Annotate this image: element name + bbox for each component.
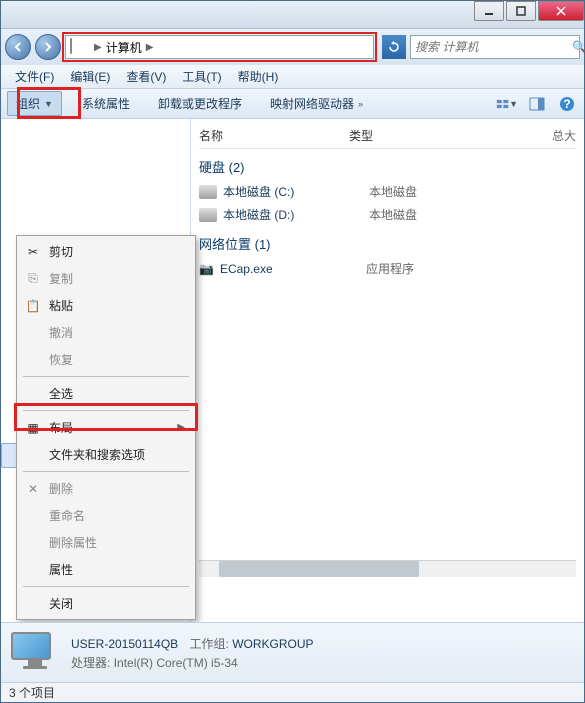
computer-icon xyxy=(70,39,86,55)
menu-file[interactable]: 文件(F) xyxy=(7,66,62,87)
horizontal-scrollbar[interactable] xyxy=(199,560,576,577)
menubar: 文件(F) 编辑(E) 查看(V) 工具(T) 帮助(H) xyxy=(1,65,584,89)
organize-menu: ✂ 剪切 ⎘ 复制 📋 粘贴 撤消 恢复 全选 ▦ xyxy=(16,235,196,620)
search-box[interactable]: 🔍 xyxy=(410,35,580,59)
details-pane: USER-20150114QB 工作组: WORKGROUP 处理器: Inte… xyxy=(1,622,584,682)
chevron-right-icon: ▶ xyxy=(146,42,154,53)
forward-button[interactable] xyxy=(35,34,61,60)
computer-large-icon xyxy=(11,632,59,674)
drive-row[interactable]: 本地磁盘 (C:) 本地磁盘 xyxy=(199,180,576,203)
uninstall-button[interactable]: 卸载或更改程序 xyxy=(150,92,250,115)
drive-icon xyxy=(199,208,217,222)
menu-tools[interactable]: 工具(T) xyxy=(174,66,229,87)
menu-separator xyxy=(23,586,189,587)
titlebar xyxy=(1,1,584,29)
drive-icon xyxy=(199,185,217,199)
column-header[interactable]: 名称 类型 总大 xyxy=(199,123,576,149)
menu-folder-options[interactable]: 文件夹和搜索选项 xyxy=(19,441,193,468)
cut-icon: ✂ xyxy=(25,244,41,260)
delete-icon: ✕ xyxy=(25,481,41,497)
system-properties-button[interactable]: 系统属性 xyxy=(74,92,138,115)
refresh-button[interactable] xyxy=(382,35,406,59)
menu-view[interactable]: 查看(V) xyxy=(118,66,174,87)
help-button[interactable]: ? xyxy=(556,93,578,115)
dropdown-arrow-icon: ▼ xyxy=(44,99,53,109)
address-location: 计算机 xyxy=(106,39,142,56)
menu-help[interactable]: 帮助(H) xyxy=(230,66,287,87)
layout-icon: ▦ xyxy=(25,420,41,436)
file-row[interactable]: 📷 ECap.exe 应用程序 xyxy=(199,257,576,280)
chevron-right-icon: ▶ xyxy=(177,422,185,433)
minimize-button[interactable] xyxy=(474,1,504,21)
status-item-count: 3 个项目 xyxy=(9,684,55,701)
menu-copy: ⎘ 复制 xyxy=(19,265,193,292)
menu-select-all[interactable]: 全选 xyxy=(19,380,193,407)
content-area: 名称 类型 总大 硬盘 (2) 本地磁盘 (C:) 本地磁盘 本地磁盘 (D:)… xyxy=(191,119,584,622)
menu-edit[interactable]: 编辑(E) xyxy=(62,66,118,87)
chevron-right-icon: » xyxy=(358,99,363,109)
menu-rename: 重命名 xyxy=(19,502,193,529)
menu-properties[interactable]: 属性 xyxy=(19,556,193,583)
section-network: 网络位置 (1) xyxy=(199,226,576,257)
navbar: ▶ 计算机 ▶ 🔍 xyxy=(1,29,584,65)
menu-separator xyxy=(23,410,189,411)
menu-separator xyxy=(23,471,189,472)
view-mode-button[interactable]: ▼ xyxy=(496,93,518,115)
drive-row[interactable]: 本地磁盘 (D:) 本地磁盘 xyxy=(199,203,576,226)
map-drive-button[interactable]: 映射网络驱动器 » xyxy=(262,92,371,115)
col-name[interactable]: 名称 xyxy=(199,127,349,144)
paste-icon: 📋 xyxy=(25,298,41,314)
search-input[interactable] xyxy=(415,40,572,54)
body-area: 计算机 本地磁盘 (C:) 本地磁盘 (D:) 🖧 网络 名称 类型 总大 xyxy=(1,119,584,622)
details-line1: USER-20150114QB 工作组: WORKGROUP xyxy=(71,635,314,652)
menu-cut[interactable]: ✂ 剪切 xyxy=(19,238,193,265)
col-type[interactable]: 类型 xyxy=(349,127,449,144)
explorer-window: ▶ 计算机 ▶ 🔍 文件(F) 编辑(E) 查看(V) 工具(T) 帮助(H) … xyxy=(0,0,585,703)
menu-delete: ✕ 删除 xyxy=(19,475,193,502)
menu-undo: 撤消 xyxy=(19,319,193,346)
organize-button[interactable]: 组织 ▼ xyxy=(7,91,62,116)
section-hdd: 硬盘 (2) xyxy=(199,149,576,180)
copy-icon: ⎘ xyxy=(25,271,41,287)
preview-pane-button[interactable] xyxy=(526,93,548,115)
camera-icon: 📷 xyxy=(199,262,214,276)
search-icon: 🔍 xyxy=(572,40,585,54)
menu-remove-props: 删除属性 xyxy=(19,529,193,556)
menu-paste[interactable]: 📋 粘贴 xyxy=(19,292,193,319)
menu-layout[interactable]: ▦ 布局 ▶ xyxy=(19,414,193,441)
svg-text:?: ? xyxy=(563,97,570,111)
address-bar[interactable]: ▶ 计算机 ▶ xyxy=(65,35,374,59)
menu-close[interactable]: 关闭 xyxy=(19,590,193,617)
chevron-right-icon: ▶ xyxy=(94,42,102,53)
col-total[interactable]: 总大 xyxy=(449,127,576,144)
menu-redo: 恢复 xyxy=(19,346,193,373)
toolbar: 组织 ▼ 系统属性 卸载或更改程序 映射网络驱动器 » ▼ ? xyxy=(1,89,584,119)
details-line2: 处理器: Intel(R) Core(TM) i5-34 xyxy=(71,654,314,671)
statusbar: 3 个项目 xyxy=(1,682,584,702)
menu-separator xyxy=(23,376,189,377)
back-button[interactable] xyxy=(5,34,31,60)
close-button[interactable] xyxy=(538,1,584,21)
dropdown-arrow-icon: ▼ xyxy=(509,99,518,109)
maximize-button[interactable] xyxy=(506,1,536,21)
